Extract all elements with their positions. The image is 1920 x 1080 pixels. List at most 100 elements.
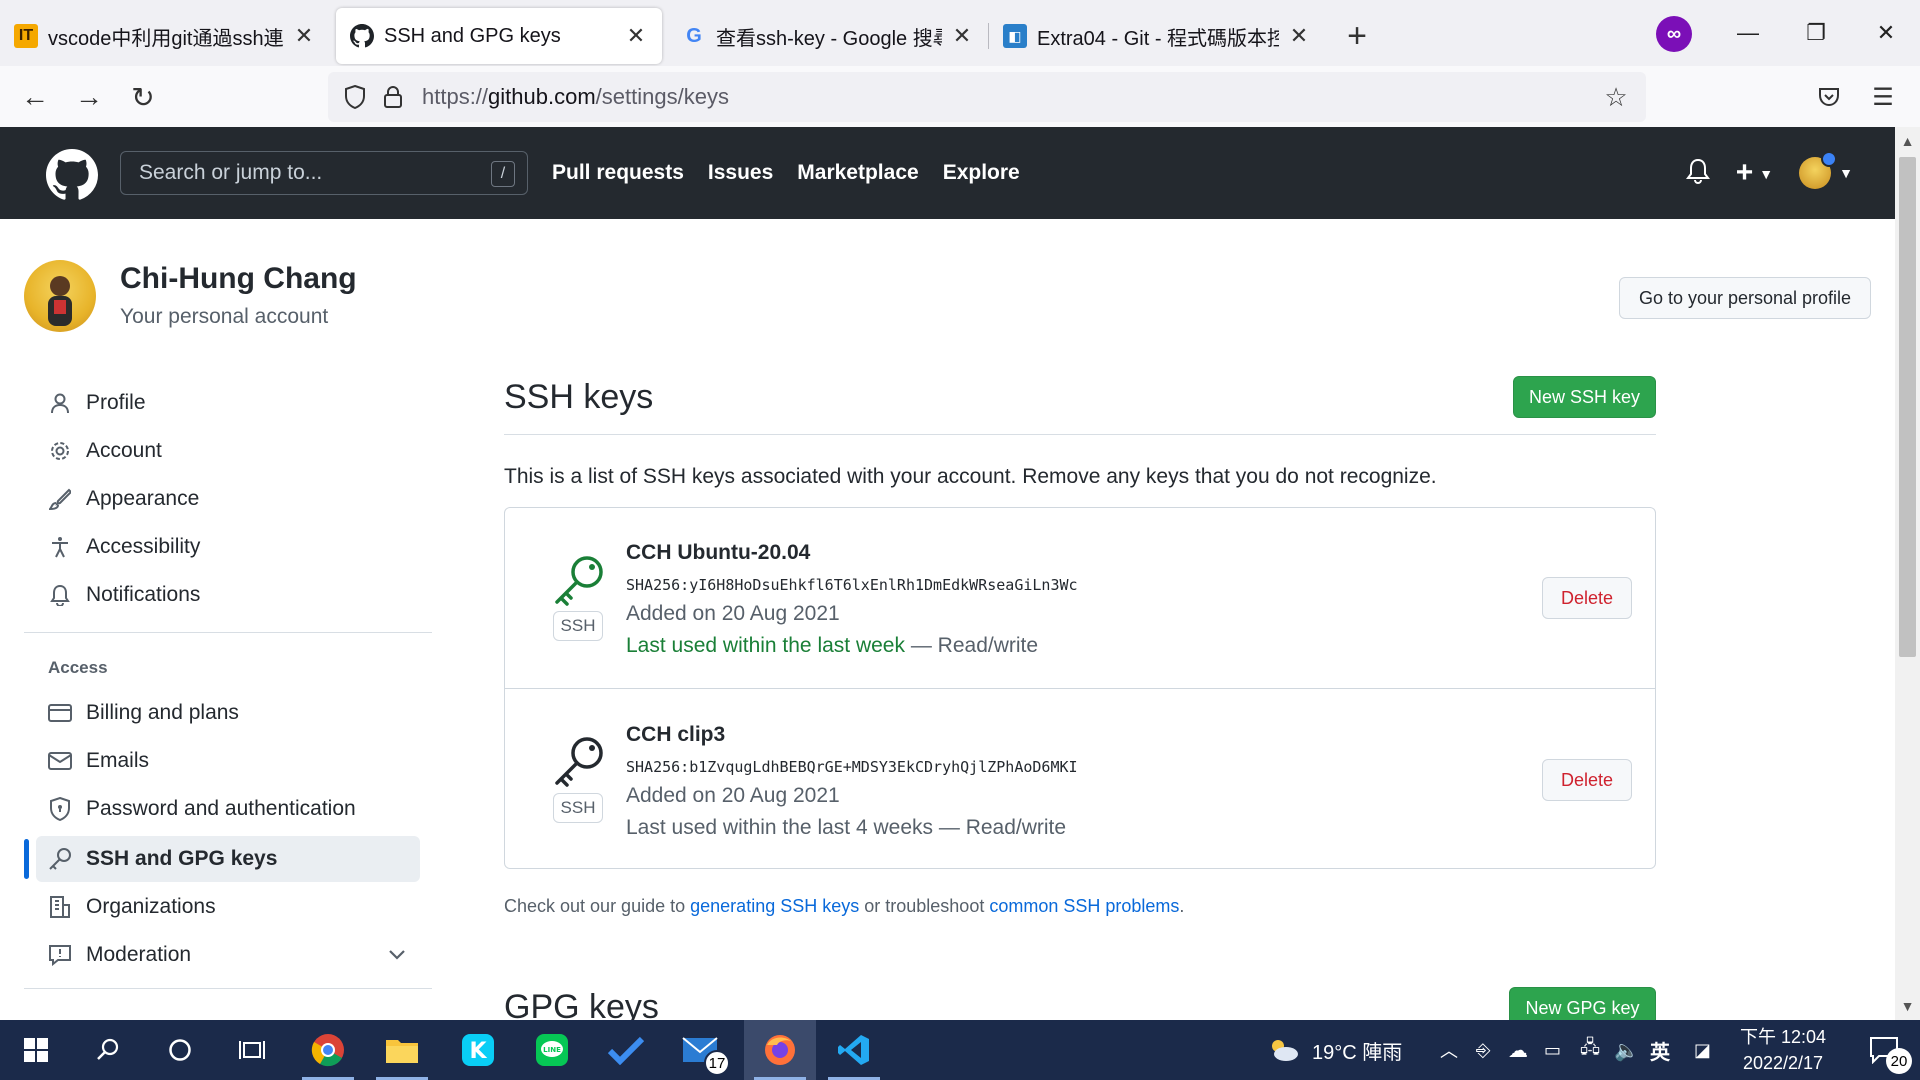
sidebar-item-password-auth[interactable]: Password and authentication: [24, 786, 420, 832]
scroll-thumb[interactable]: [1899, 157, 1916, 657]
sidebar-item-appearance[interactable]: Appearance: [24, 476, 420, 522]
network-icon[interactable]: 🖧: [1580, 1020, 1600, 1080]
meet-now-icon[interactable]: ⎆: [1476, 1020, 1490, 1080]
nav-pull-requests[interactable]: Pull requests: [552, 161, 684, 185]
github-search-input[interactable]: Search or jump to... /: [120, 151, 528, 195]
sidebar-item-notifications[interactable]: Notifications: [24, 572, 420, 618]
sidebar-item-label: Account: [86, 439, 162, 462]
guide-suffix: .: [1179, 896, 1185, 916]
ime-mode-icon[interactable]: ◪: [1694, 1020, 1711, 1080]
tracking-shield-icon[interactable]: [338, 80, 372, 114]
person-icon: [46, 389, 74, 417]
github-logo-icon[interactable]: [46, 149, 98, 201]
sidebar-item-label: Moderation: [86, 943, 192, 966]
battery-icon[interactable]: ▭: [1544, 1020, 1561, 1080]
system-clock[interactable]: 下午 12:04 2022/2/17: [1740, 1024, 1826, 1076]
chevron-down-icon[interactable]: [388, 943, 406, 967]
clock-date: 2022/2/17: [1742, 1053, 1824, 1073]
restore-icon[interactable]: ❐: [1782, 0, 1850, 66]
tray-expand-icon[interactable]: ︿: [1440, 1020, 1458, 1080]
nav-issues[interactable]: Issues: [708, 161, 773, 185]
sidebar-item-account[interactable]: Account: [24, 428, 420, 474]
close-window-icon[interactable]: ✕: [1852, 0, 1920, 66]
avatar[interactable]: [24, 260, 96, 332]
extension-icon[interactable]: ∞: [1656, 16, 1692, 52]
scroll-up-icon[interactable]: ▲: [1895, 127, 1920, 155]
lock-icon[interactable]: [376, 80, 410, 114]
sidebar-item-label: Notifications: [86, 583, 201, 606]
windows-start-icon[interactable]: [0, 1020, 72, 1080]
url-bar[interactable]: https://github.com/settings/keys ☆: [328, 72, 1646, 122]
browser-tab[interactable]: ◧ Extra04 - Git - 程式碼版本控制 ✕: [989, 8, 1325, 64]
forward-icon[interactable]: →: [68, 76, 110, 118]
close-tab-icon[interactable]: ✕: [950, 23, 974, 48]
browser-tab[interactable]: G 查看ssh-key - Google 搜尋 ✕: [668, 8, 988, 64]
credit-card-icon: [46, 699, 74, 727]
nav-marketplace[interactable]: Marketplace: [797, 161, 918, 185]
chrome-icon[interactable]: [292, 1020, 364, 1080]
ssh-key-last-used: Last used within the last 4 weeks — Read…: [626, 816, 1066, 840]
line-icon[interactable]: LINE: [516, 1020, 588, 1080]
reload-icon[interactable]: ↻: [122, 76, 164, 118]
firefox-icon[interactable]: [744, 1020, 816, 1080]
search-placeholder: Search or jump to...: [139, 161, 323, 184]
sidebar-item-emails[interactable]: Emails: [24, 738, 420, 784]
volume-icon[interactable]: 🔈: [1614, 1020, 1639, 1080]
ime-indicator[interactable]: 英: [1650, 1020, 1670, 1080]
user-avatar-menu[interactable]: ▼: [1799, 151, 1853, 189]
go-to-profile-button[interactable]: Go to your personal profile: [1619, 277, 1871, 319]
action-center-icon[interactable]: 20: [1848, 1020, 1920, 1080]
ithome-favicon-icon: IT: [14, 24, 38, 48]
bookmark-star-icon[interactable]: ☆: [1596, 77, 1636, 117]
page-scrollbar[interactable]: ▲ ▼: [1895, 127, 1920, 1020]
close-tab-icon[interactable]: ✕: [1287, 23, 1311, 48]
close-tab-icon[interactable]: ✕: [624, 23, 648, 48]
minimize-icon[interactable]: —: [1714, 0, 1782, 66]
ssh-key-list: SSH CCH Ubuntu-20.04 SHA256:yI6H8HoDsuEh…: [504, 507, 1656, 869]
common-ssh-problems-link[interactable]: common SSH problems: [989, 896, 1179, 916]
delete-key-button[interactable]: Delete: [1542, 759, 1632, 801]
sidebar-item-accessibility[interactable]: Accessibility: [24, 524, 420, 570]
todo-icon[interactable]: [590, 1020, 662, 1080]
ssh-key-last-used: Last used within the last week — Read/wr…: [626, 634, 1038, 658]
sidebar-item-billing[interactable]: Billing and plans: [24, 690, 420, 736]
delete-key-button[interactable]: Delete: [1542, 577, 1632, 619]
vscode-icon[interactable]: [818, 1020, 890, 1080]
user-photo-icon: [48, 276, 72, 326]
url-text[interactable]: https://github.com/settings/keys: [422, 84, 1596, 110]
create-new-plus-icon[interactable]: + ▼: [1736, 156, 1773, 190]
onedrive-icon[interactable]: ☁: [1508, 1020, 1528, 1080]
scroll-down-icon[interactable]: ▼: [1895, 992, 1920, 1020]
ssh-tag: SSH: [553, 793, 603, 823]
menu-icon[interactable]: ☰: [1862, 76, 1904, 118]
kkbox-icon[interactable]: K: [442, 1020, 514, 1080]
cortana-icon[interactable]: [144, 1020, 216, 1080]
task-view-icon[interactable]: [216, 1020, 288, 1080]
new-ssh-key-button[interactable]: New SSH key: [1513, 376, 1656, 418]
sidebar-item-label: Profile: [86, 391, 146, 414]
file-explorer-icon[interactable]: [366, 1020, 438, 1080]
weather-icon[interactable]: [1262, 1020, 1304, 1080]
generating-ssh-keys-link[interactable]: generating SSH keys: [690, 896, 859, 916]
sidebar-item-organizations[interactable]: Organizations: [24, 884, 420, 930]
svg-text:LINE: LINE: [543, 1046, 561, 1054]
nav-explore[interactable]: Explore: [943, 161, 1020, 185]
new-tab-button[interactable]: +: [1333, 12, 1381, 60]
profile-subtitle: Your personal account: [120, 305, 329, 328]
mail-app-icon[interactable]: 17: [664, 1020, 736, 1080]
header-actions: + ▼ ▼: [1685, 127, 1853, 219]
weather-text[interactable]: 19°C 陣雨: [1312, 1020, 1402, 1080]
key-green-icon: [555, 556, 603, 606]
sidebar-item-label: Billing and plans: [86, 701, 239, 724]
search-icon[interactable]: [72, 1020, 144, 1080]
browser-tab[interactable]: IT vscode中利用git通過ssh連線gi ✕: [0, 8, 330, 64]
sidebar-item-profile[interactable]: Profile: [24, 380, 420, 426]
close-tab-icon[interactable]: ✕: [292, 23, 316, 48]
report-icon: [46, 941, 74, 969]
sidebar-item-moderation[interactable]: Moderation: [24, 932, 420, 978]
notifications-bell-icon[interactable]: [1685, 158, 1710, 189]
back-icon[interactable]: ←: [14, 76, 56, 118]
pocket-icon[interactable]: [1808, 76, 1850, 118]
sidebar-item-ssh-gpg-keys[interactable]: SSH and GPG keys: [36, 836, 420, 882]
browser-tab-active[interactable]: SSH and GPG keys ✕: [336, 8, 662, 64]
